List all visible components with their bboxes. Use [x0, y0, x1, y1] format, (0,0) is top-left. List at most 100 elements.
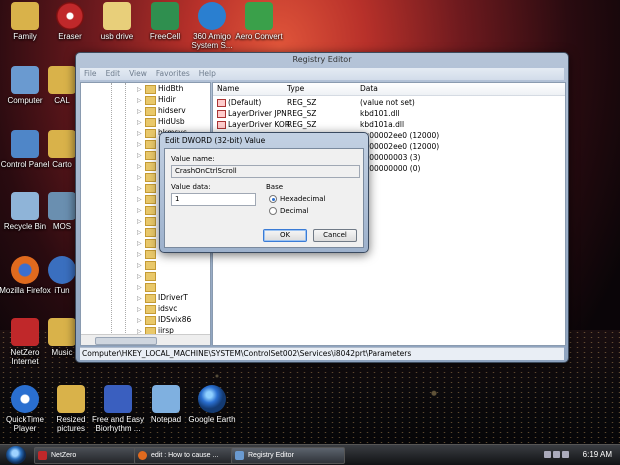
tree-item[interactable]: ▷	[137, 183, 158, 193]
ok-button[interactable]: OK	[263, 229, 307, 242]
folder-icon	[145, 260, 156, 270]
recycle-bin-icon	[11, 192, 39, 220]
value-data-label: Value data:	[171, 183, 211, 191]
folder-icon	[145, 117, 156, 127]
eraser-icon	[56, 2, 84, 30]
netzero-icon	[38, 451, 47, 460]
tree-item[interactable]: ▷ IDSvix86	[137, 315, 191, 325]
folder-icon	[145, 205, 156, 215]
tree-item[interactable]: ▷	[137, 216, 158, 226]
decimal-radio[interactable]: Decimal	[269, 207, 309, 215]
tree-item[interactable]: ▷	[137, 139, 158, 149]
tree-item[interactable]: ▷	[137, 150, 158, 160]
task-firefox[interactable]: edit : How to cause ...	[134, 447, 244, 464]
chart-icon	[104, 385, 132, 413]
tree-item[interactable]: ▷ HidBth	[137, 84, 183, 94]
menu-file[interactable]: File	[84, 68, 97, 80]
value-name-field: CrashOnCtrlScroll	[171, 165, 360, 178]
network-icon[interactable]	[553, 451, 560, 458]
menu-view[interactable]: View	[129, 68, 147, 80]
folder-icon	[103, 2, 131, 30]
arrow-icon[interactable]	[544, 451, 551, 458]
cancel-button[interactable]: Cancel	[313, 229, 357, 242]
dialog-title: Edit DWORD (32-bit) Value	[165, 136, 266, 145]
folder-icon	[57, 385, 85, 413]
folder-icon	[145, 150, 156, 160]
tree-item[interactable]: ▷	[137, 161, 158, 171]
list-row[interactable]: (Default) REG_SZ (value not set)	[213, 98, 565, 108]
desktop-icon-aero-convert[interactable]: Aero Convert	[231, 2, 287, 41]
desktop-icon-google-earth[interactable]: Google Earth	[184, 385, 240, 424]
tree-item[interactable]: ▷ HidUsb	[137, 117, 185, 127]
window-title: Registry Editor	[292, 55, 352, 64]
folder-icon	[145, 106, 156, 116]
clock[interactable]: 6:19 AM	[583, 445, 612, 465]
column-name[interactable]: Name	[217, 83, 239, 95]
itunes-icon	[48, 256, 76, 284]
folder-icon	[145, 304, 156, 314]
folder-icon	[145, 194, 156, 204]
tree-item[interactable]: ▷	[137, 249, 158, 259]
radio-selected-icon	[269, 195, 277, 203]
column-data[interactable]: Data	[360, 83, 378, 95]
folder-icon	[48, 66, 76, 94]
tree-item[interactable]: ▷	[137, 271, 158, 281]
column-type[interactable]: Type	[287, 83, 304, 95]
app-icon	[48, 192, 76, 220]
list-row[interactable]: LayerDriver JPN REG_SZ kbd101.dll	[213, 109, 565, 119]
cards-icon	[151, 2, 179, 30]
tree-item[interactable]: ▷ IDriverT	[137, 293, 188, 303]
folder-icon	[145, 238, 156, 248]
netzero-icon	[11, 318, 39, 346]
tree-item[interactable]: ▷	[137, 205, 158, 215]
folder-icon	[48, 318, 76, 346]
scrollbar-thumb[interactable]	[95, 337, 157, 345]
value-data-input[interactable]: 1	[171, 193, 256, 206]
list-row[interactable]: LayerDriver KOR REG_SZ kbd101a.dll	[213, 120, 565, 130]
tree-horizontal-scrollbar[interactable]	[81, 334, 210, 345]
folder-icon	[48, 130, 76, 158]
folder-icon	[145, 282, 156, 292]
folder-icon	[145, 293, 156, 303]
status-bar-path: Computer\HKEY_LOCAL_MACHINE\SYSTEM\Contr…	[80, 347, 564, 360]
value-name-label: Value name:	[171, 155, 215, 163]
folder-icon	[145, 172, 156, 182]
folder-icon	[145, 249, 156, 259]
control-panel-icon	[11, 130, 39, 158]
tree-item[interactable]: ▷	[137, 282, 158, 292]
taskbar: NetZero edit : How to cause ... Registry…	[0, 444, 620, 465]
folder-icon	[145, 95, 156, 105]
menu-bar: File Edit View Favorites Help	[80, 68, 564, 80]
volume-icon[interactable]	[562, 451, 569, 458]
tree-item[interactable]: ▷	[137, 260, 158, 270]
folder-icon	[11, 2, 39, 30]
menu-edit[interactable]: Edit	[106, 68, 121, 80]
task-netzero[interactable]: NetZero	[34, 447, 146, 464]
tree-item[interactable]: ▷	[137, 172, 158, 182]
folder-icon	[145, 161, 156, 171]
hexadecimal-radio[interactable]: Hexadecimal	[269, 195, 325, 203]
tree-item[interactable]: ▷ idsvc	[137, 304, 177, 314]
folder-icon	[145, 271, 156, 281]
tree-item[interactable]: ▷	[137, 238, 158, 248]
quicktime-icon	[11, 385, 39, 413]
string-value-icon	[217, 121, 226, 129]
folder-icon	[145, 183, 156, 193]
menu-favorites[interactable]: Favorites	[156, 68, 190, 80]
start-button[interactable]	[6, 446, 26, 464]
tree-guide-line	[111, 83, 112, 333]
folder-icon	[145, 128, 156, 138]
radio-empty-icon	[269, 207, 277, 215]
tree-item[interactable]: ▷	[137, 227, 158, 237]
tree-item[interactable]: ▷ hidserv	[137, 106, 186, 116]
dialog-body: Value name: CrashOnCtrlScroll Value data…	[164, 148, 364, 248]
tree-item[interactable]: ▷ Hidir	[137, 95, 176, 105]
edit-dword-dialog[interactable]: Edit DWORD (32-bit) Value Value name: Cr…	[159, 132, 369, 253]
menu-help[interactable]: Help	[199, 68, 216, 80]
tree-item[interactable]: ▷	[137, 194, 158, 204]
list-header: Name Type Data	[213, 83, 565, 96]
folder-icon	[145, 139, 156, 149]
tree-guide-line	[125, 83, 126, 333]
task-registry-editor[interactable]: Registry Editor	[231, 447, 345, 464]
folder-icon	[145, 216, 156, 226]
